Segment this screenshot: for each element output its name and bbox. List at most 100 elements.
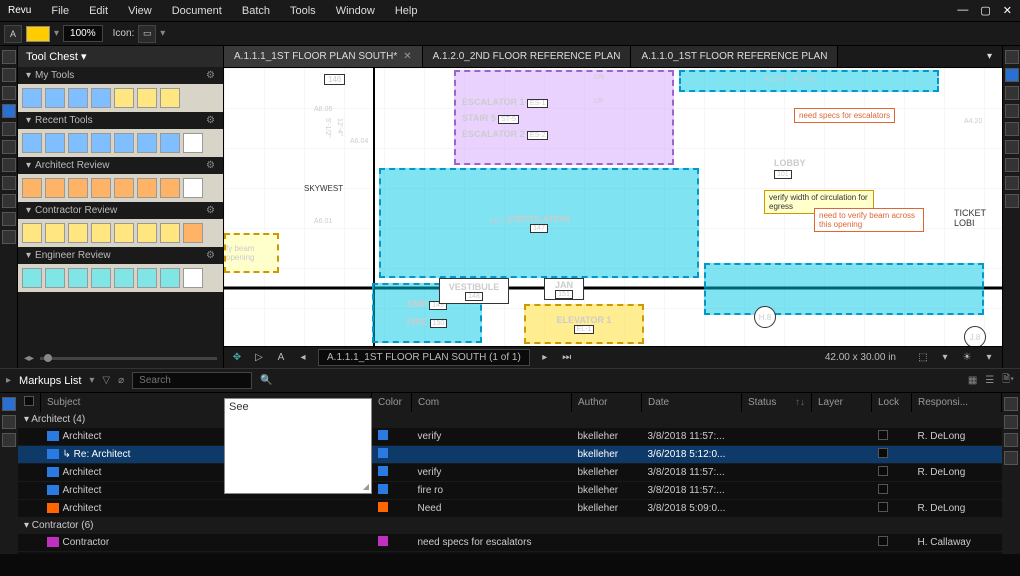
tool-item[interactable]: [160, 88, 180, 108]
tool-item[interactable]: [22, 133, 42, 153]
search-icon[interactable]: 🔍: [260, 375, 272, 386]
tab-overflow-icon[interactable]: ▾: [977, 46, 1002, 67]
rail-signatures-icon[interactable]: [2, 230, 16, 244]
split-icon[interactable]: ▾: [938, 351, 952, 365]
col-color[interactable]: Color: [372, 393, 412, 412]
table-row[interactable]: Architect fire ro bkelleher 3/8/2018 11:…: [18, 482, 1002, 500]
ml-rail-dashboard-icon[interactable]: [2, 433, 16, 447]
tool-item[interactable]: [68, 88, 88, 108]
rail-properties-icon[interactable]: [2, 122, 16, 136]
minimize-button[interactable]: —: [957, 4, 968, 17]
rail-file-icon[interactable]: [2, 50, 16, 64]
rail-layers-icon[interactable]: [2, 158, 16, 172]
gear-icon[interactable]: ⚙: [206, 115, 215, 126]
tool-item[interactable]: [22, 223, 42, 243]
comment-popup[interactable]: See ◢: [224, 398, 372, 494]
tool-item[interactable]: [137, 223, 157, 243]
tool-item[interactable]: [160, 268, 180, 288]
rail-capture-icon[interactable]: [1005, 104, 1019, 118]
table-row[interactable]: ↳ Re: Architect bkelleher 3/6/2018 5:12:…: [18, 446, 1002, 464]
markups-table[interactable]: Subject Color Com Author Date Status ↑↓ …: [18, 393, 1002, 554]
section-recent-tools[interactable]: ▾Recent Tools⚙: [18, 112, 223, 129]
table-row[interactable]: Architect verify bkelleher 3/8/2018 11:5…: [18, 428, 1002, 446]
table-group-row[interactable]: ▾ Contractor (6): [18, 518, 1002, 534]
tool-item[interactable]: [114, 88, 134, 108]
section-my-tools[interactable]: ▾My Tools⚙: [18, 67, 223, 84]
export-icon[interactable]: 🗎▾: [1002, 372, 1014, 389]
gear-icon[interactable]: ⚙: [206, 205, 215, 216]
menu-help[interactable]: Help: [387, 3, 426, 19]
drawing-canvas[interactable]: 146 SKYWEST A8.06 A6.01 12'-4" 5'-1/2" E…: [224, 68, 1002, 346]
fit-icon[interactable]: ⬚: [916, 351, 930, 365]
ml-rail-r4-icon[interactable]: [1004, 451, 1018, 465]
tab-a120[interactable]: A.1.2.0_2ND FLOOR REFERENCE PLAN: [423, 46, 632, 67]
columns-icon[interactable]: ▦: [968, 375, 977, 386]
tool-item[interactable]: [183, 223, 203, 243]
maximize-button[interactable]: ▢: [980, 4, 990, 17]
section-engineer[interactable]: ▾Engineer Review⚙: [18, 247, 223, 264]
col-layer[interactable]: Layer: [812, 393, 872, 412]
tool-item[interactable]: [91, 88, 111, 108]
tool-item[interactable]: [91, 268, 111, 288]
brightness-icon[interactable]: ☀: [960, 351, 974, 365]
gear-icon[interactable]: ⚙: [206, 250, 215, 261]
ml-rail-r2-icon[interactable]: [1004, 415, 1018, 429]
tool-item[interactable]: [183, 133, 203, 153]
close-button[interactable]: ✕: [1003, 4, 1012, 17]
rail-signatures2-icon[interactable]: [1005, 194, 1019, 208]
col-status[interactable]: Status ↑↓: [742, 393, 812, 412]
rail-compare-icon[interactable]: [1005, 140, 1019, 154]
col-comments[interactable]: Com: [412, 393, 572, 412]
table-row[interactable]: Architect Need bkelleher 3/8/2018 5:09:0…: [18, 500, 1002, 518]
tool-item[interactable]: [45, 178, 65, 198]
tool-size-slider[interactable]: ◂▸: [18, 349, 223, 368]
tool-item[interactable]: [45, 268, 65, 288]
tool-item[interactable]: [91, 178, 111, 198]
col-lock[interactable]: Lock: [872, 393, 912, 412]
col-author[interactable]: Author: [572, 393, 642, 412]
rail-thumbnails-icon[interactable]: [2, 68, 16, 82]
rail-bookmarks-icon[interactable]: [2, 86, 16, 100]
menu-file[interactable]: File: [43, 3, 77, 19]
menu-window[interactable]: Window: [328, 3, 383, 19]
tool-item[interactable]: [91, 133, 111, 153]
table-row[interactable]: Architect verify bkelleher 3/8/2018 11:5…: [18, 464, 1002, 482]
room-elevator[interactable]: ELEVATOR 1EL-1: [524, 304, 644, 344]
table-group-row[interactable]: ▾ Architect (4): [18, 412, 1002, 428]
gear-icon[interactable]: ⚙: [206, 70, 215, 81]
text-tool-icon[interactable]: A: [4, 25, 22, 43]
ml-rail-summary-icon[interactable]: [2, 415, 16, 429]
text-select-icon[interactable]: A: [274, 351, 288, 365]
menu-view[interactable]: View: [120, 3, 160, 19]
tool-item[interactable]: [45, 223, 65, 243]
tool-item[interactable]: [22, 88, 42, 108]
table-row[interactable]: Contractor need finish details on this s…: [18, 552, 1002, 555]
section-contractor[interactable]: ▾Contractor Review⚙: [18, 202, 223, 219]
tool-item[interactable]: [160, 133, 180, 153]
menu-batch[interactable]: Batch: [234, 3, 278, 19]
menu-tools[interactable]: Tools: [282, 3, 324, 19]
rail-links-icon[interactable]: [2, 194, 16, 208]
page-info[interactable]: A.1.1.1_1ST FLOOR PLAN SOUTH (1 of 1): [318, 349, 530, 366]
tool-item[interactable]: [68, 223, 88, 243]
next-page-icon[interactable]: ▸: [538, 351, 552, 365]
ml-rail-list-icon[interactable]: [2, 397, 16, 411]
col-responsibility[interactable]: Responsi...: [912, 393, 1002, 412]
ml-rail-r1-icon[interactable]: [1004, 397, 1018, 411]
menu-edit[interactable]: Edit: [81, 3, 116, 19]
cloud-circulation[interactable]: CIRCULATION 147: [379, 168, 699, 278]
menu-document[interactable]: Document: [164, 3, 230, 19]
prev-page-icon[interactable]: ◂: [296, 351, 310, 365]
callout-beam[interactable]: need to verify beam across this opening: [814, 208, 924, 232]
filter-icon[interactable]: ▽: [102, 375, 110, 386]
tool-item[interactable]: [114, 268, 134, 288]
rail-forms-icon[interactable]: [2, 212, 16, 226]
zoom-field[interactable]: 100%: [63, 25, 103, 42]
tool-item[interactable]: [183, 178, 203, 198]
tool-item[interactable]: [137, 178, 157, 198]
callout-beam-opening[interactable]: fy beam opening: [224, 233, 279, 273]
gear-icon[interactable]: ⚙: [206, 160, 215, 171]
tool-item[interactable]: [114, 133, 134, 153]
tool-item[interactable]: [160, 178, 180, 198]
section-architect[interactable]: ▾Architect Review⚙: [18, 157, 223, 174]
